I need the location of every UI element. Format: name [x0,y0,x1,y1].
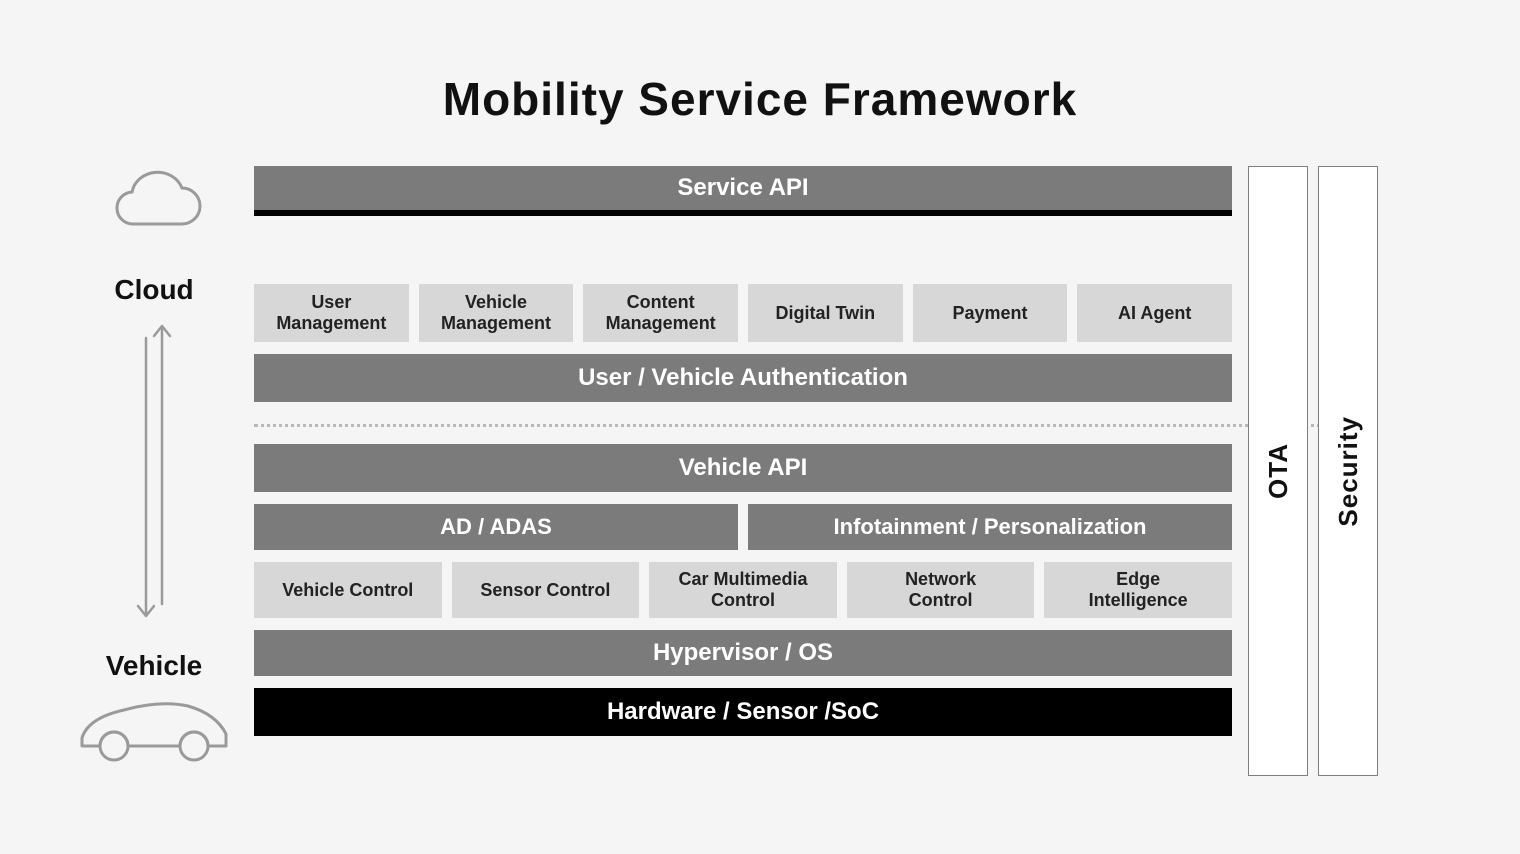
module-ai-agent: AI Agent [1077,284,1232,342]
cloud-vehicle-divider [254,424,1352,427]
module-sensor-control: Sensor Control [452,562,640,618]
module-user-management: User Management [254,284,409,342]
layer-ad-adas: AD / ADAS [254,504,738,550]
module-vehicle-management: Vehicle Management [419,284,574,342]
vehicle-label: Vehicle [70,650,238,682]
module-payment: Payment [913,284,1068,342]
cloud-icon [104,166,204,236]
layer-vehicle-api: Vehicle API [254,444,1232,492]
pillar-ota-label: OTA [1263,443,1294,499]
left-column: Cloud Vehicle [70,166,238,780]
module-digital-twin: Digital Twin [748,284,903,342]
bidirectional-arrow-icon [132,318,176,624]
layer-stack: Application Service / Store Service API … [254,166,1232,780]
pillar-security-label: Security [1333,416,1364,527]
layer-hypervisor-os: Hypervisor / OS [254,630,1232,676]
pillar-security: Security [1318,166,1378,776]
module-content-management: Content Management [583,284,738,342]
module-vehicle-control: Vehicle Control [254,562,442,618]
module-car-multimedia-control: Car Multimedia Control [649,562,837,618]
module-edge-intelligence: Edge Intelligence [1044,562,1232,618]
layer-infotainment-personalization: Infotainment / Personalization [748,504,1232,550]
layer-service-api: Service API [254,166,1232,210]
module-network-control: Network Control [847,562,1035,618]
cloud-label: Cloud [70,274,238,306]
layer-hardware-sensor-soc: Hardware / Sensor /SoC [254,688,1232,736]
diagram-frame: Cloud Vehicle Application Service / Stor… [70,166,1450,780]
pillar-ota: OTA [1248,166,1308,776]
layer-user-vehicle-authentication: User / Vehicle Authentication [254,354,1232,402]
diagram-title: Mobility Service Framework [0,0,1520,166]
vehicle-icon [76,694,232,766]
